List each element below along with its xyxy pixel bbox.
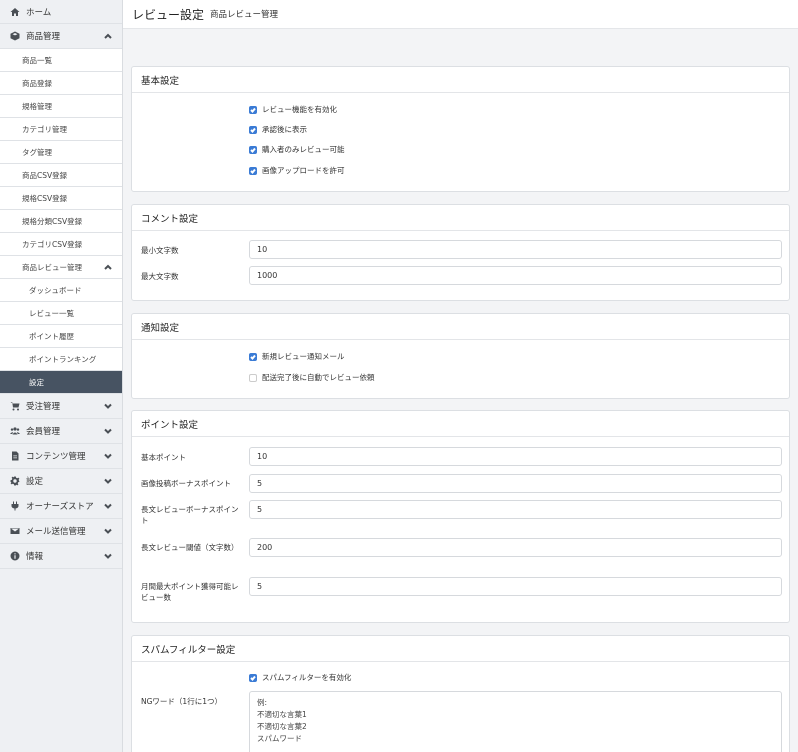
placeholder-line: スパムワード bbox=[257, 734, 302, 743]
spam-filter-card: スパムフィルター設定 スパムフィルターを有効化 NGワード（1行に1つ） 例: … bbox=[131, 635, 790, 752]
sidebar-item-info[interactable]: 情報 bbox=[0, 544, 122, 569]
sidebar-subitem[interactable]: 規格CSV登録 bbox=[0, 187, 122, 210]
sidebar-subitem[interactable]: 規格分類CSV登録 bbox=[0, 210, 122, 233]
sidebar-subitem-point-ranking[interactable]: ポイントランキング bbox=[0, 348, 122, 371]
card-title: 通知設定 bbox=[132, 314, 789, 340]
card-title: スパムフィルター設定 bbox=[132, 636, 789, 662]
monthly-max-input[interactable]: 5 bbox=[249, 577, 782, 596]
checkbox-auto-review-request[interactable]: 配送完了後に自動でレビュー依頼 bbox=[249, 372, 375, 383]
users-icon bbox=[9, 426, 20, 437]
file-icon bbox=[9, 451, 20, 462]
page-title: レビュー設定 bbox=[132, 7, 205, 22]
point-settings-card: ポイント設定 基本ポイント 10 画像投稿ボーナスポイント 5 長文レビューボー… bbox=[131, 410, 790, 623]
chevron-down-icon bbox=[103, 526, 113, 536]
envelope-icon bbox=[9, 526, 20, 537]
sidebar-item-order-mgmt[interactable]: 受注管理 bbox=[0, 394, 122, 419]
page-subtitle: 商品レビュー管理 bbox=[210, 10, 279, 20]
checkbox-checked-icon[interactable] bbox=[249, 673, 257, 682]
checkbox-buyers-only[interactable]: 購入者のみレビュー可能 bbox=[249, 144, 345, 155]
sidebar-item-content-mgmt[interactable]: コンテンツ管理 bbox=[0, 444, 122, 469]
checkbox-enable-review[interactable]: レビュー機能を有効化 bbox=[249, 104, 337, 115]
checkbox-checked-icon[interactable] bbox=[249, 166, 257, 175]
card-title: コメント設定 bbox=[132, 205, 789, 231]
placeholder-line: 例: bbox=[257, 698, 268, 707]
sidebar-subitem[interactable]: カテゴリCSV登録 bbox=[0, 233, 122, 256]
long-review-bonus-input[interactable]: 5 bbox=[249, 500, 782, 519]
long-review-threshold-input[interactable]: 200 bbox=[249, 538, 782, 557]
sidebar: ホーム 商品管理 商品一覧 商品登録 規格管理 カテゴリ管理 タグ管理 商品CS… bbox=[0, 0, 123, 752]
sidebar-subitem-dashboard[interactable]: ダッシュボード bbox=[0, 279, 122, 302]
base-point-input[interactable]: 10 bbox=[249, 447, 782, 466]
plug-icon bbox=[9, 501, 20, 512]
long-review-threshold-label: 長文レビュー閾値（文字数） bbox=[141, 543, 239, 552]
image-bonus-input[interactable]: 5 bbox=[249, 474, 782, 493]
cube-icon bbox=[9, 31, 20, 42]
checkbox-new-review-mail[interactable]: 新規レビュー通知メール bbox=[249, 351, 345, 362]
checkbox-enable-spam-filter[interactable]: スパムフィルターを有効化 bbox=[249, 672, 351, 683]
max-chars-input[interactable]: 1000 bbox=[249, 266, 782, 285]
sidebar-subitem-point-history[interactable]: ポイント履歴 bbox=[0, 325, 122, 348]
chevron-down-icon bbox=[103, 551, 113, 561]
sidebar-item-label: ホーム bbox=[26, 7, 52, 18]
long-review-bonus-label: 長文レビューボーナスポイント bbox=[141, 505, 239, 525]
sidebar-subitem[interactable]: 商品登録 bbox=[0, 72, 122, 95]
sidebar-item-mail-mgmt[interactable]: メール送信管理 bbox=[0, 519, 122, 544]
sidebar-subitem[interactable]: カテゴリ管理 bbox=[0, 118, 122, 141]
sidebar-subitem[interactable]: 商品CSV登録 bbox=[0, 164, 122, 187]
comment-settings-card: コメント設定 最小文字数 10 最大文字数 1000 bbox=[131, 204, 790, 301]
chevron-down-icon bbox=[103, 401, 113, 411]
checkbox-allow-image-upload[interactable]: 画像アップロードを許可 bbox=[249, 165, 345, 176]
image-bonus-label: 画像投稿ボーナスポイント bbox=[141, 479, 231, 488]
monthly-max-label: 月間最大ポイント獲得可能レビュー数 bbox=[141, 582, 239, 602]
sidebar-subitem[interactable]: 規格管理 bbox=[0, 95, 122, 118]
sidebar-item-label: 商品管理 bbox=[26, 32, 61, 42]
placeholder-line: 不適切な言葉1 bbox=[257, 710, 307, 719]
chevron-down-icon bbox=[103, 476, 113, 486]
sidebar-item-member-mgmt[interactable]: 会員管理 bbox=[0, 419, 122, 444]
chevron-down-icon bbox=[103, 426, 113, 436]
basic-settings-card: 基本設定 レビュー機能を有効化 承認後に表示 購入者のみレビュー可能 画像アップ… bbox=[131, 66, 790, 192]
sidebar-item-home[interactable]: ホーム bbox=[0, 0, 122, 24]
min-chars-label: 最小文字数 bbox=[141, 246, 179, 255]
chevron-up-icon bbox=[103, 262, 113, 272]
sidebar-subitem-settings-active[interactable]: 設定 bbox=[0, 371, 122, 394]
sidebar-item-product-mgmt[interactable]: 商品管理 bbox=[0, 24, 122, 49]
cart-icon bbox=[9, 401, 20, 412]
info-icon bbox=[9, 551, 20, 562]
checkbox-show-after-approval[interactable]: 承認後に表示 bbox=[249, 124, 307, 135]
card-title: 基本設定 bbox=[132, 67, 789, 93]
checkbox-unchecked-icon[interactable] bbox=[249, 373, 257, 382]
sidebar-item-owners-store[interactable]: オーナーズストア bbox=[0, 494, 122, 519]
base-point-label: 基本ポイント bbox=[141, 453, 186, 462]
chevron-down-icon bbox=[103, 501, 113, 511]
chevron-up-icon bbox=[103, 31, 113, 41]
checkbox-checked-icon[interactable] bbox=[249, 145, 257, 154]
chevron-down-icon bbox=[103, 451, 113, 461]
ng-words-label: NGワード（1行に1つ） bbox=[141, 697, 222, 706]
placeholder-line: 不適切な言葉2 bbox=[257, 722, 307, 731]
page-header: レビュー設定 商品レビュー管理 bbox=[123, 0, 798, 29]
sidebar-subitem-review-list[interactable]: レビュー一覧 bbox=[0, 302, 122, 325]
main-content: レビュー設定 商品レビュー管理 基本設定 レビュー機能を有効化 承認後に表示 購… bbox=[123, 0, 798, 752]
gear-icon bbox=[9, 476, 20, 487]
max-chars-label: 最大文字数 bbox=[141, 272, 179, 281]
sidebar-subitem[interactable]: タグ管理 bbox=[0, 141, 122, 164]
sidebar-item-settings[interactable]: 設定 bbox=[0, 469, 122, 494]
sidebar-subitem[interactable]: 商品一覧 bbox=[0, 49, 122, 72]
ng-words-textarea[interactable]: 例: 不適切な言葉1 不適切な言葉2 スパムワード bbox=[249, 691, 782, 752]
checkbox-checked-icon[interactable] bbox=[249, 105, 257, 114]
notify-settings-card: 通知設定 新規レビュー通知メール 配送完了後に自動でレビュー依頼 bbox=[131, 313, 790, 399]
checkbox-checked-icon[interactable] bbox=[249, 125, 257, 134]
min-chars-input[interactable]: 10 bbox=[249, 240, 782, 259]
home-icon bbox=[9, 6, 20, 17]
sidebar-subitem-review-mgmt[interactable]: 商品レビュー管理 bbox=[0, 256, 122, 279]
checkbox-checked-icon[interactable] bbox=[249, 352, 257, 361]
card-title: ポイント設定 bbox=[132, 411, 789, 437]
